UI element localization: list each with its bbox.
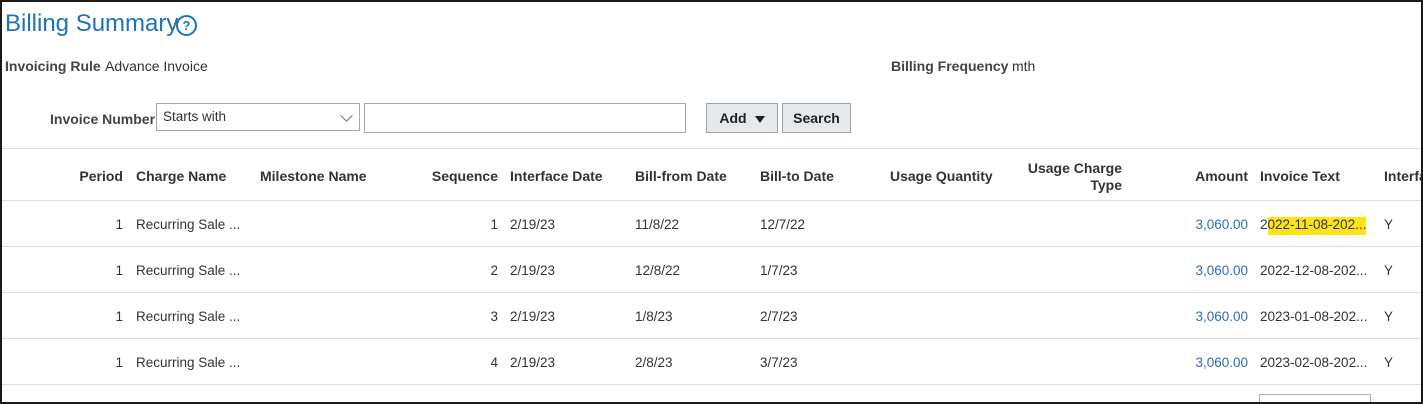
cell-bill-to-date: 1/7/23 — [760, 263, 798, 278]
invoicing-rule-label: Invoicing Rule — [5, 58, 101, 74]
search-button[interactable]: Search — [782, 103, 851, 133]
amount-link[interactable]: 3,060.00 — [1162, 355, 1248, 370]
col-bill-from-date[interactable]: Bill-from Date — [635, 168, 727, 184]
billing-frequency-label: Billing Frequency — [891, 58, 1009, 74]
operator-select[interactable]: Starts with — [156, 103, 360, 131]
page-title: Billing Summary — [5, 10, 179, 37]
col-period[interactable]: Period — [62, 168, 123, 184]
cell-sequence: 1 — [490, 217, 498, 232]
amount-link[interactable]: 3,060.00 — [1162, 263, 1248, 278]
billing-frequency-value: mth — [1012, 58, 1036, 74]
col-usage-quantity[interactable]: Usage Quantity — [890, 168, 993, 184]
cell-sequence: 4 — [490, 355, 498, 370]
chevron-down-icon — [340, 109, 353, 122]
cell-interfaced: Y — [1384, 263, 1394, 278]
truncated-control[interactable] — [1259, 394, 1371, 402]
cell-bill-to-date: 3/7/23 — [760, 355, 798, 370]
cell-bill-from-date: 11/8/22 — [635, 217, 680, 232]
header-divider — [2, 200, 1421, 201]
cell-bill-from-date: 1/8/23 — [635, 309, 673, 324]
operator-select-value: Starts with — [163, 109, 227, 124]
cell-interfaced: Y — [1384, 309, 1394, 324]
invoice-text-highlight: 022-11-08-202... — [1267, 217, 1367, 235]
cell-period: 1 — [115, 217, 123, 232]
row-divider — [2, 338, 1421, 339]
row-divider — [2, 246, 1421, 247]
cell-invoice-text: 2023-02-08-202... — [1260, 355, 1368, 370]
cell-invoice-text: 2022-11-08-202... — [1260, 217, 1367, 235]
col-invoice-text[interactable]: Invoice Text — [1260, 168, 1340, 184]
cell-period: 1 — [115, 263, 123, 278]
cell-interface-date: 2/19/23 — [510, 309, 556, 324]
cell-period: 1 — [115, 355, 123, 370]
amount-link[interactable]: 3,060.00 — [1162, 309, 1248, 324]
cell-interface-date: 2/19/23 — [510, 217, 556, 232]
amount-link[interactable]: 3,060.00 — [1162, 217, 1248, 232]
cell-interfaced: Y — [1384, 217, 1394, 232]
cell-interfaced: Y — [1384, 355, 1394, 370]
add-button[interactable]: Add — [706, 103, 778, 133]
col-milestone-name[interactable]: Milestone Name — [260, 168, 367, 184]
invoice-number-label: Invoice Number — [50, 111, 156, 127]
help-icon[interactable]: ? — [176, 15, 197, 36]
col-bill-to-date[interactable]: Bill-to Date — [760, 168, 834, 184]
cell-sequence: 2 — [490, 263, 498, 278]
cell-bill-from-date: 2/8/23 — [635, 355, 673, 370]
cell-period: 1 — [115, 309, 123, 324]
table-top-divider — [2, 148, 1421, 149]
cell-invoice-text: 2022-12-08-202... — [1260, 263, 1368, 278]
col-interfaced[interactable]: Interfa — [1384, 168, 1421, 184]
invoice-text-prefix: 2 — [1260, 217, 1268, 232]
col-interface-date[interactable]: Interface Date — [510, 168, 603, 184]
col-charge-name[interactable]: Charge Name — [136, 168, 226, 184]
row-divider — [2, 292, 1421, 293]
cell-charge-name: Recurring Sale ... — [136, 217, 241, 232]
row-divider — [2, 384, 1421, 385]
cell-bill-to-date: 12/7/22 — [760, 217, 806, 232]
col-sequence[interactable]: Sequence — [412, 168, 498, 184]
cell-charge-name: Recurring Sale ... — [136, 309, 241, 324]
invoicing-rule-value: Advance Invoice — [105, 58, 208, 74]
invoice-number-input[interactable] — [364, 103, 686, 133]
cell-bill-to-date: 2/7/23 — [760, 309, 798, 324]
col-amount[interactable]: Amount — [1162, 168, 1248, 184]
cell-charge-name: Recurring Sale ... — [136, 355, 241, 370]
cell-interface-date: 2/19/23 — [510, 263, 556, 278]
col-usage-charge-type-line1[interactable]: Usage Charge — [1002, 160, 1122, 176]
billing-summary-panel: Billing Summary ? Invoicing Rule Advance… — [0, 0, 1423, 404]
cell-sequence: 3 — [490, 309, 498, 324]
cell-charge-name: Recurring Sale ... — [136, 263, 241, 278]
col-usage-charge-type-line2[interactable]: Type — [1002, 177, 1122, 193]
cell-invoice-text: 2023-01-08-202... — [1260, 309, 1368, 324]
cell-bill-from-date: 12/8/22 — [635, 263, 681, 278]
add-button-label: Add — [719, 110, 747, 126]
caret-down-icon — [754, 115, 765, 123]
cell-interface-date: 2/19/23 — [510, 355, 556, 370]
